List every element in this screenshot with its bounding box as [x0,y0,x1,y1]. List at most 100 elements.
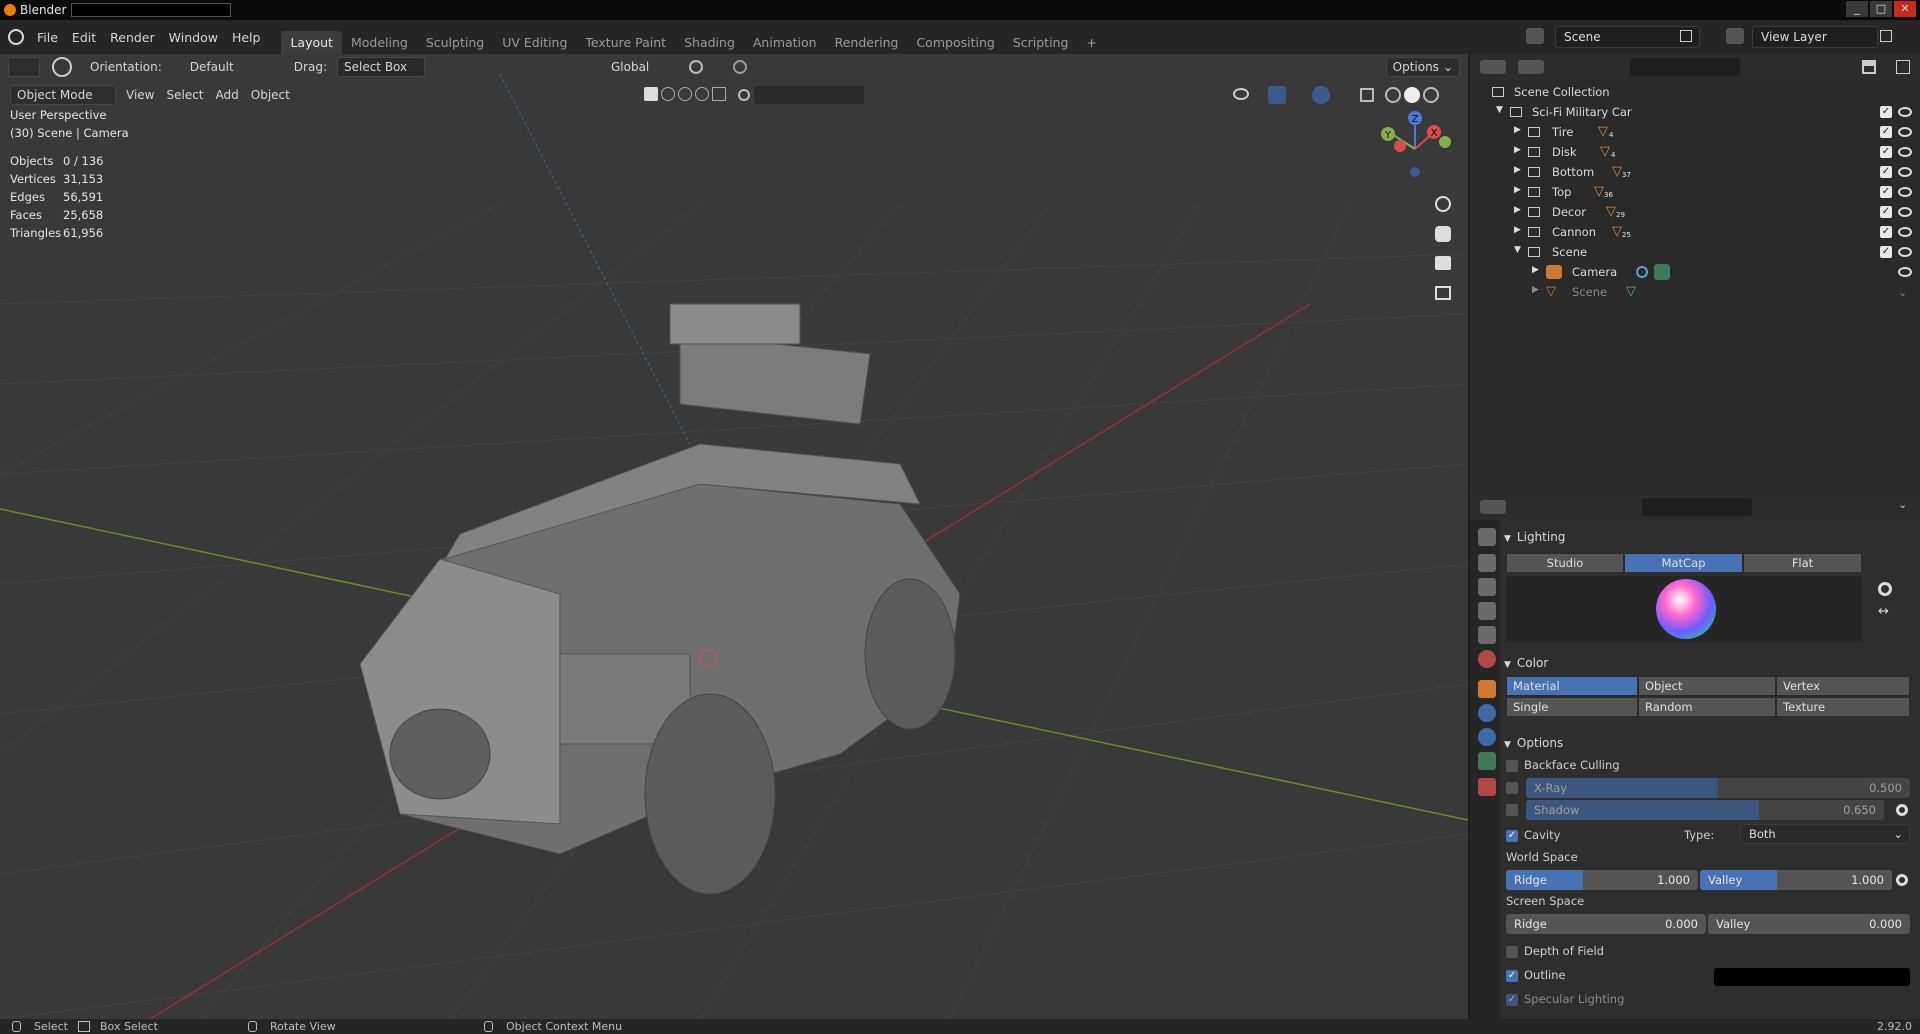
expand-arrow-icon[interactable]: ▶ [1532,285,1539,295]
transform-space-dropdown[interactable]: Global [605,57,681,77]
outliner-row-cannon[interactable]: ▶ Cannon ▽ 25 ✓ [1470,222,1920,242]
color-material-button[interactable]: Material [1506,676,1638,696]
outliner-row-scene-collection[interactable]: Scene Collection [1470,82,1920,102]
scene-selector-icon[interactable] [1526,28,1544,44]
expand-arrow-icon[interactable]: ▶ [1532,265,1539,275]
overlay-toggle-icon[interactable] [1312,86,1330,104]
menu-add[interactable]: Add [210,88,245,102]
shading-material-icon[interactable] [1423,87,1439,103]
outliner-row-scene[interactable]: ▼ Scene ✓ [1470,242,1920,262]
scene-field[interactable]: Scene [1555,26,1700,48]
close-button[interactable]: ✕ [1894,1,1916,17]
shading-solid-icon[interactable] [1404,87,1420,103]
view-layer-icon[interactable] [1726,28,1744,44]
outliner-row-scene-mesh[interactable]: ▶ ▽ Scene ▽ ⌄ [1470,282,1920,302]
properties-search-field[interactable] [1642,498,1752,516]
minimize-button[interactable]: _ [1846,1,1868,17]
blender-menu-icon[interactable] [8,29,24,45]
new-view-layer-icon[interactable] [1880,30,1892,42]
xray-slider[interactable]: X-Ray 0.500 [1526,778,1910,798]
outliner-row-disk[interactable]: ▶ Disk ▽ 4 ✓ [1470,142,1920,162]
properties-editor-icon[interactable] [1480,500,1506,514]
cavity-checkbox[interactable]: ✓ [1506,830,1518,842]
dof-checkbox[interactable] [1506,946,1518,958]
screen-valley-slider[interactable]: Valley 0.000 [1708,914,1910,934]
options-dropdown[interactable]: Options ⌄ [1385,57,1460,77]
expand-arrow-icon[interactable]: ▶ [1514,185,1521,195]
navigation-gizmo[interactable]: Z Y X [1370,104,1460,194]
visibility-eye-icon[interactable] [1898,147,1912,157]
exclude-checkbox[interactable]: ✓ [1880,146,1892,158]
lighting-header[interactable]: ▼ Lighting [1504,530,1920,544]
output-tab-icon[interactable] [1478,578,1496,596]
outline-color-swatch[interactable] [1714,968,1910,986]
properties-options-icon[interactable]: ⌄ [1898,498,1907,511]
maximize-button[interactable]: □ [1870,1,1892,17]
exclude-checkbox[interactable]: ✓ [1880,106,1892,118]
matcap-preview[interactable] [1506,576,1862,642]
color-single-button[interactable]: Single [1506,697,1638,717]
exclude-checkbox[interactable]: ✓ [1880,206,1892,218]
visibility-toggle-icon[interactable] [1233,88,1249,100]
visibility-eye-icon[interactable] [1898,227,1912,237]
editor-type-icon[interactable] [8,57,40,77]
shadow-slider[interactable]: Shadow 0.650 [1526,800,1884,820]
tab-uv-editing[interactable]: UV Editing [493,31,576,54]
world-tab-icon[interactable] [1478,650,1496,668]
constraint-tab-icon[interactable] [1478,728,1496,746]
gizmo-toggle-icon[interactable] [1268,86,1286,104]
mode-dropdown[interactable]: Object Mode [10,85,116,105]
new-collection-icon[interactable] [1896,60,1910,74]
color-header[interactable]: ▼ Color [1504,656,1920,670]
menu-select[interactable]: Select [160,88,209,102]
outliner-editor-icon[interactable] [1480,60,1506,74]
view-layer-field[interactable]: View Layer [1752,26,1878,48]
cavity-type-dropdown[interactable]: Both ⌄ [1740,824,1910,844]
visibility-eye-icon[interactable] [1898,187,1912,197]
tab-rendering[interactable]: Rendering [826,31,908,54]
matcap-settings-gear-icon[interactable] [1878,582,1892,596]
view-layer-tab-icon[interactable] [1478,602,1496,620]
exclude-checkbox[interactable]: ✓ [1880,166,1892,178]
expand-arrow-icon[interactable]: ▶ [1514,125,1521,135]
visibility-eye-icon[interactable] [1898,247,1912,257]
3d-viewport[interactable]: Orientation: Default Drag: Select Box Gl… [0,54,1468,1019]
menu-window[interactable]: Window [162,30,225,45]
pan-hand-icon[interactable] [1435,226,1451,242]
screen-ridge-slider[interactable]: Ridge 0.000 [1506,914,1706,934]
matcap-flip-icon[interactable]: ↔ [1878,604,1889,619]
outliner-search-field[interactable] [1630,58,1740,76]
lighting-studio-button[interactable]: Studio [1506,553,1624,573]
scene-tab-icon[interactable] [1478,626,1496,644]
outline-checkbox[interactable]: ✓ [1506,970,1518,982]
tab-sculpting[interactable]: Sculpting [417,31,493,54]
lighting-matcap-button[interactable]: MatCap [1624,553,1743,573]
texture-tab-icon[interactable] [1478,778,1496,796]
new-scene-icon[interactable] [1680,30,1692,42]
specular-checkbox[interactable]: ✓ [1506,994,1518,1006]
proportional-edit-icon[interactable] [732,60,747,74]
tab-modeling[interactable]: Modeling [342,31,417,54]
visibility-eye-icon[interactable] [1898,267,1912,277]
color-texture-button[interactable]: Texture [1776,697,1910,717]
outliner-row-bottom[interactable]: ▶ Bottom ▽ 37 ✓ [1470,162,1920,182]
filter-icon[interactable] [1862,60,1876,74]
expand-arrow-icon[interactable]: ▼ [1514,245,1521,255]
color-object-button[interactable]: Object [1638,676,1776,696]
shading-wireframe-icon[interactable] [1385,87,1401,103]
expand-arrow-icon[interactable]: ▶ [1514,145,1521,155]
color-vertex-button[interactable]: Vertex [1776,676,1910,696]
options-header[interactable]: ▼ Options [1504,736,1920,750]
camera-view-icon[interactable] [1435,256,1451,270]
outliner-row-top[interactable]: ▶ Top ▽ 36 ✓ [1470,182,1920,202]
tab-layout[interactable]: Layout [281,31,342,54]
add-workspace-button[interactable]: + [1077,31,1105,54]
disabled-eye-icon[interactable]: ⌄ [1898,286,1907,299]
menu-edit[interactable]: Edit [65,30,103,45]
menu-help[interactable]: Help [225,30,268,45]
tab-texture-paint[interactable]: Texture Paint [576,31,675,54]
drag-dropdown[interactable]: Select Box [336,57,425,77]
expand-arrow-icon[interactable]: ▶ [1514,225,1521,235]
lighting-flat-button[interactable]: Flat [1743,553,1862,573]
menu-render[interactable]: Render [103,30,162,45]
